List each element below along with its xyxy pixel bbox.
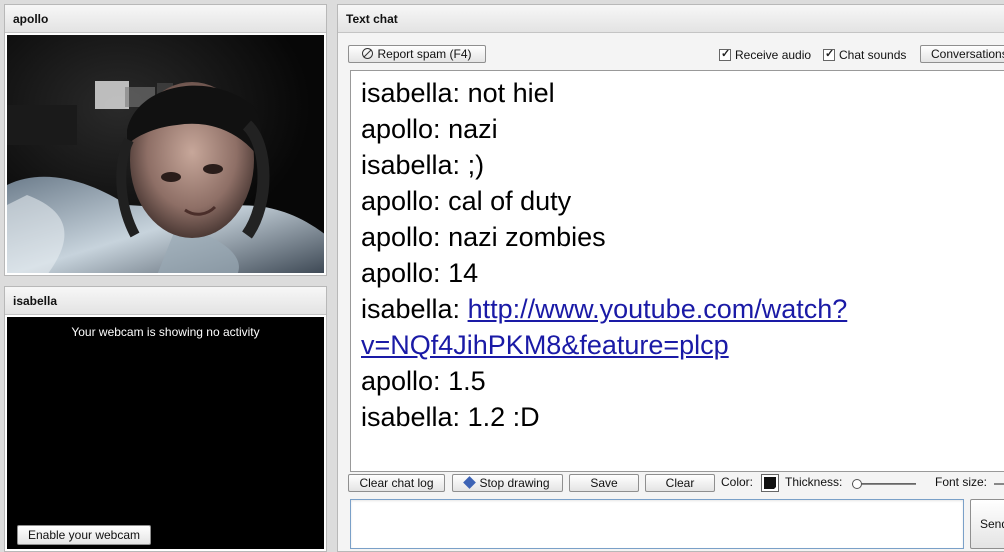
clear-chat-log-button[interactable]: Clear chat log xyxy=(348,474,445,492)
slider-thumb[interactable] xyxy=(852,479,862,489)
isabella-webcam-feed: Your webcam is showing no activity Enabl… xyxy=(7,317,324,549)
conversations-button[interactable]: Conversations xyxy=(920,45,1004,63)
apollo-video-panel: apollo xyxy=(4,4,327,276)
chat-log[interactable]: isabella: not hiel apollo: nazi isabella… xyxy=(350,70,1004,472)
clear-button[interactable]: Clear xyxy=(645,474,715,492)
youtube-link-continued[interactable]: v=NQf4JihPKM8&feature=plcp xyxy=(361,330,729,360)
thickness-label: Thickness: xyxy=(785,475,843,489)
stop-drawing-label: Stop drawing xyxy=(479,476,550,490)
block-icon xyxy=(362,48,374,59)
youtube-link[interactable]: http://www.youtube.com/watch? xyxy=(468,294,848,324)
checkbox-checked-icon xyxy=(719,47,731,61)
stop-drawing-button[interactable]: Stop drawing xyxy=(452,474,563,492)
checkbox-checked-icon xyxy=(823,47,835,61)
chat-message: isabella: not hiel xyxy=(361,78,555,108)
chat-message-link-continued: v=NQf4JihPKM8&feature=plcp xyxy=(361,327,999,363)
isabella-video-panel: isabella Your webcam is showing no activ… xyxy=(4,286,327,552)
chat-message: isabella: ;) xyxy=(361,150,485,180)
save-button[interactable]: Save xyxy=(569,474,639,492)
font-size-label: Font size: xyxy=(935,475,988,489)
message-input[interactable] xyxy=(350,499,964,549)
receive-audio-checkbox[interactable]: Receive audio xyxy=(719,47,812,62)
thickness-slider[interactable] xyxy=(852,479,916,489)
webcam-image xyxy=(7,35,324,273)
apollo-webcam-feed xyxy=(7,35,324,273)
chat-message: apollo: cal of duty xyxy=(361,186,572,216)
send-button[interactable]: Send xyxy=(970,499,1004,549)
color-label: Color: xyxy=(721,475,754,489)
receive-audio-label: Receive audio xyxy=(735,48,812,62)
color-picker[interactable] xyxy=(761,474,779,492)
enable-webcam-button[interactable]: Enable your webcam xyxy=(17,525,151,545)
chat-message: isabella: 1.2 :D xyxy=(361,402,540,432)
chat-sounds-label: Chat sounds xyxy=(839,48,907,62)
isabella-panel-title: isabella xyxy=(5,287,326,315)
text-chat-panel: Text chat Report spam (F4) Receive audio… xyxy=(337,4,1004,552)
apollo-panel-title: apollo xyxy=(5,5,326,33)
chat-sounds-checkbox[interactable]: Chat sounds xyxy=(823,47,907,62)
message-sender: isabella: xyxy=(361,294,468,324)
text-chat-title: Text chat xyxy=(338,5,1004,33)
chat-message: apollo: nazi zombies xyxy=(361,222,606,252)
no-activity-message: Your webcam is showing no activity xyxy=(71,325,260,339)
chat-message: apollo: 1.5 xyxy=(361,366,486,396)
chat-message: apollo: 14 xyxy=(361,258,479,288)
chat-message: apollo: nazi xyxy=(361,114,498,144)
font-size-slider[interactable] xyxy=(994,483,1004,485)
chat-message-with-link: isabella: http://www.youtube.com/watch? xyxy=(361,291,999,327)
pencil-icon xyxy=(463,476,477,489)
report-spam-button[interactable]: Report spam (F4) xyxy=(348,45,486,63)
report-spam-label: Report spam (F4) xyxy=(377,47,472,61)
